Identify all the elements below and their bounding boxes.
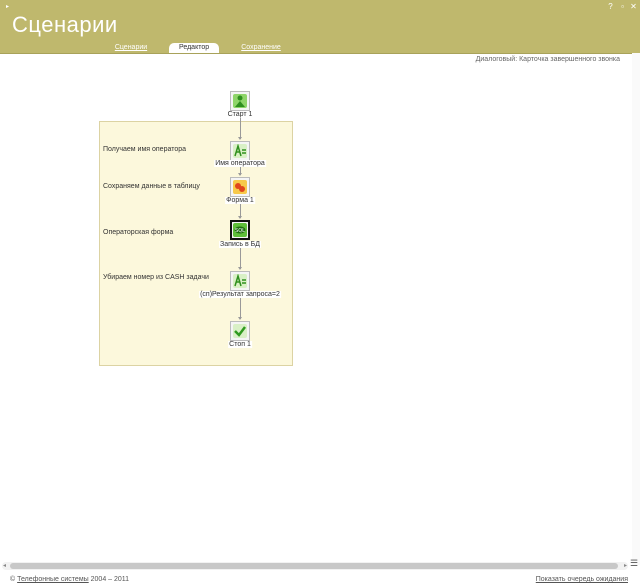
db-write-icon: SQL — [233, 223, 247, 237]
connector-arrow-icon — [238, 317, 242, 320]
group-step-label: Операторская форма — [103, 229, 174, 236]
node-label[interactable]: Запись в БД — [219, 241, 261, 248]
node-label[interactable]: (сп)Результат запроса=2 — [199, 291, 281, 298]
stop-check-icon — [233, 324, 247, 338]
footer-copyright: © Телефонные системы 2004 – 2011 — [10, 576, 129, 583]
scroll-left-icon[interactable]: ◂ — [3, 562, 6, 570]
header: ▸ Сценарии ? ▫ ✕ Сценарии Редактор Сохра… — [0, 0, 640, 54]
group-step-label: Убираем номер из CASH задачи — [103, 274, 209, 281]
horizontal-scrollbar[interactable]: ◂ ▸ — [2, 562, 628, 570]
tab-saving[interactable]: Сохранение — [240, 43, 282, 53]
node-label[interactable]: Имя оператора — [214, 160, 266, 167]
scrollbar-thumb[interactable] — [10, 563, 618, 569]
tab-editor[interactable]: Редактор — [169, 43, 219, 53]
help-icon[interactable]: ? — [606, 2, 615, 11]
start-node[interactable] — [230, 91, 250, 111]
group-step-label: Получаем имя оператора — [103, 146, 187, 153]
footer: © Телефонные системы 2004 – 2011 Показат… — [0, 574, 640, 588]
resize-grip-icon[interactable]: ☰ — [630, 558, 638, 569]
db-write-node[interactable]: SQL — [230, 220, 250, 240]
company-link[interactable]: Телефонные системы — [17, 576, 89, 583]
assign-icon — [233, 273, 247, 288]
stop-node[interactable] — [230, 321, 250, 341]
node-label[interactable]: Форма 1 — [225, 197, 255, 204]
group-step-label: Сохраняем данные в таблицу — [103, 183, 200, 190]
copyright-symbol: © — [10, 576, 16, 583]
connector-arrow-icon — [238, 173, 242, 176]
node-label[interactable]: Стоп 1 — [228, 341, 252, 348]
connector-arrow-icon — [238, 267, 242, 270]
copyright-years: 2004 – 2011 — [90, 576, 130, 583]
start-icon — [233, 94, 247, 108]
show-queue-link[interactable]: Показать очередь ожидания — [536, 576, 628, 583]
assign-node[interactable] — [230, 271, 250, 291]
connector-arrow-icon — [238, 137, 242, 140]
minimize-icon[interactable]: ▫ — [618, 2, 627, 11]
form-node[interactable] — [230, 177, 250, 197]
assign-icon — [233, 143, 247, 158]
close-icon[interactable]: ✕ — [629, 2, 638, 11]
page-title: Сценарии — [12, 12, 118, 37]
card-title: Диалоговый: Карточка завершенного звонка — [475, 56, 620, 63]
diagram-group[interactable] — [99, 121, 293, 366]
vertical-scrollbar[interactable] — [632, 53, 640, 565]
assign-node[interactable] — [230, 141, 250, 161]
svg-text:SQL: SQL — [235, 228, 245, 234]
node-label[interactable]: Старт 1 — [226, 111, 254, 118]
window-menu-icon[interactable]: ▸ — [6, 3, 9, 10]
scroll-right-icon[interactable]: ▸ — [624, 562, 627, 570]
connector-arrow-icon — [238, 216, 242, 219]
tab-scenarios[interactable]: Сценарии — [114, 43, 148, 53]
form-icon — [233, 180, 247, 194]
